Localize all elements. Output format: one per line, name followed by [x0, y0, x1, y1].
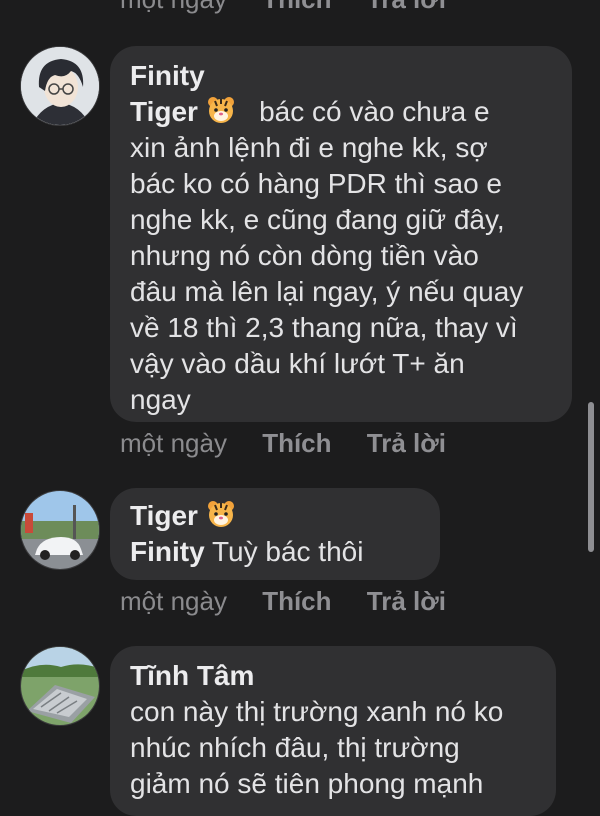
comment-line: con này thị trường xanh nó ko	[130, 696, 504, 727]
reply-button[interactable]: Trả lời	[367, 0, 446, 14]
tiger-face-icon	[207, 501, 234, 527]
comment-line: nghe kk, e cũng đang giữ đây,	[130, 204, 505, 235]
comment-line: nhúc nhích đâu, thị trường	[130, 732, 460, 763]
comment-time: một ngày	[120, 0, 227, 14]
comment-time: một ngày	[120, 586, 227, 616]
comment-text: Tiger bác có vào chưa e xin ảnh lệnh đi …	[130, 94, 552, 418]
scrollbar[interactable]	[588, 402, 594, 552]
like-button[interactable]: Thích	[262, 0, 331, 14]
comment-text-first-line: bác có vào chưa e	[259, 96, 490, 127]
mention-link[interactable]: Finity	[130, 536, 205, 567]
comment-line: bác ko có hàng PDR thì sao e	[130, 168, 502, 199]
comment-line: về 18 thì 2,3 thang nữa, thay vì	[130, 312, 518, 343]
avatar-finity[interactable]	[20, 46, 100, 126]
landscape-photo-avatar-icon	[21, 647, 99, 725]
comment-author-row: Tiger	[130, 498, 420, 534]
comment-body: Tuỳ bác thôi	[211, 536, 364, 567]
reply-button[interactable]: Trả lời	[367, 428, 446, 458]
mention-link[interactable]: Tiger	[130, 96, 198, 127]
comment-line: xin ảnh lệnh đi e nghe kk, sợ	[130, 132, 488, 163]
comment-actions: một ngày Thích Trả lời	[120, 586, 474, 617]
comment-line: nhưng nó còn dòng tiền vào	[130, 240, 479, 271]
tiger-face-icon	[207, 97, 234, 123]
previous-comment-actions: một ngày Thích Trả lời	[120, 0, 474, 15]
car-photo-avatar-icon	[21, 491, 99, 569]
comment-bubble: Tĩnh Tâm con này thị trường xanh nó ko n…	[110, 646, 556, 816]
comment-text: con này thị trường xanh nó ko nhúc nhích…	[130, 694, 536, 802]
comment-line: vậy vào dầu khí lướt T+ ăn	[130, 348, 465, 379]
comment-author[interactable]: Tiger	[130, 500, 198, 531]
comment-bubble: Finity Tiger bác có vào chưa e xin ảnh l…	[110, 46, 572, 422]
comment-line: ngay	[130, 384, 191, 415]
anime-avatar-icon	[21, 47, 99, 125]
like-button[interactable]: Thích	[262, 586, 331, 616]
comment-bubble: Tiger Finity Tuỳ bác thôi	[110, 488, 440, 580]
reply-button[interactable]: Trả lời	[367, 586, 446, 616]
comment-line: giảm nó sẽ tiên phong mạnh	[130, 768, 484, 799]
avatar-tiger[interactable]	[20, 490, 100, 570]
comment-time: một ngày	[120, 428, 227, 458]
like-button[interactable]: Thích	[262, 428, 331, 458]
comment-line: đâu mà lên lại ngay, ý nếu quay	[130, 276, 524, 307]
comment-actions: một ngày Thích Trả lời	[120, 428, 474, 459]
comment-text: Finity Tuỳ bác thôi	[130, 534, 420, 570]
comment-author[interactable]: Tĩnh Tâm	[130, 658, 536, 694]
avatar-tinh-tam[interactable]	[20, 646, 100, 726]
comment-author[interactable]: Finity	[130, 58, 552, 94]
